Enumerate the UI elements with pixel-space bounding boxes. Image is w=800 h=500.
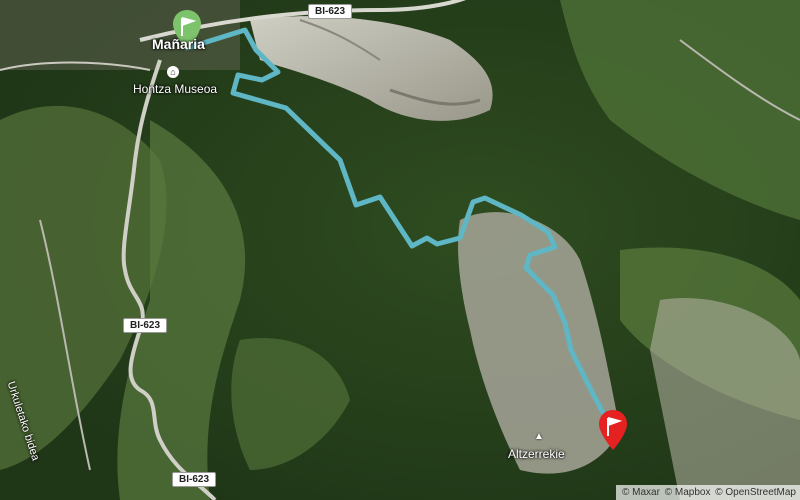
- museum-icon: ⌂: [167, 66, 179, 78]
- end-marker[interactable]: [598, 410, 628, 450]
- map-attribution: © Maxar © Mapbox © OpenStreetMap: [616, 485, 800, 500]
- peak-icon: ▲: [534, 431, 544, 442]
- road-shield: BI-623: [308, 4, 353, 19]
- map-view[interactable]: Mañaria ⌂ Hontza Museoa ▲ Altzerrekie Ur…: [0, 0, 800, 500]
- satellite-background: [0, 0, 800, 500]
- museum-label: Hontza Museoa: [133, 82, 218, 96]
- mapbox-link[interactable]: © Mapbox: [665, 487, 711, 498]
- osm-link[interactable]: © OpenStreetMap: [715, 487, 796, 498]
- town-label: Mañaria: [152, 36, 205, 52]
- peak-label: Altzerrekie: [508, 447, 565, 461]
- road-shield: BI-623: [123, 318, 168, 333]
- road-shield: BI-623: [172, 472, 217, 487]
- maxar-link[interactable]: © Maxar: [622, 487, 660, 498]
